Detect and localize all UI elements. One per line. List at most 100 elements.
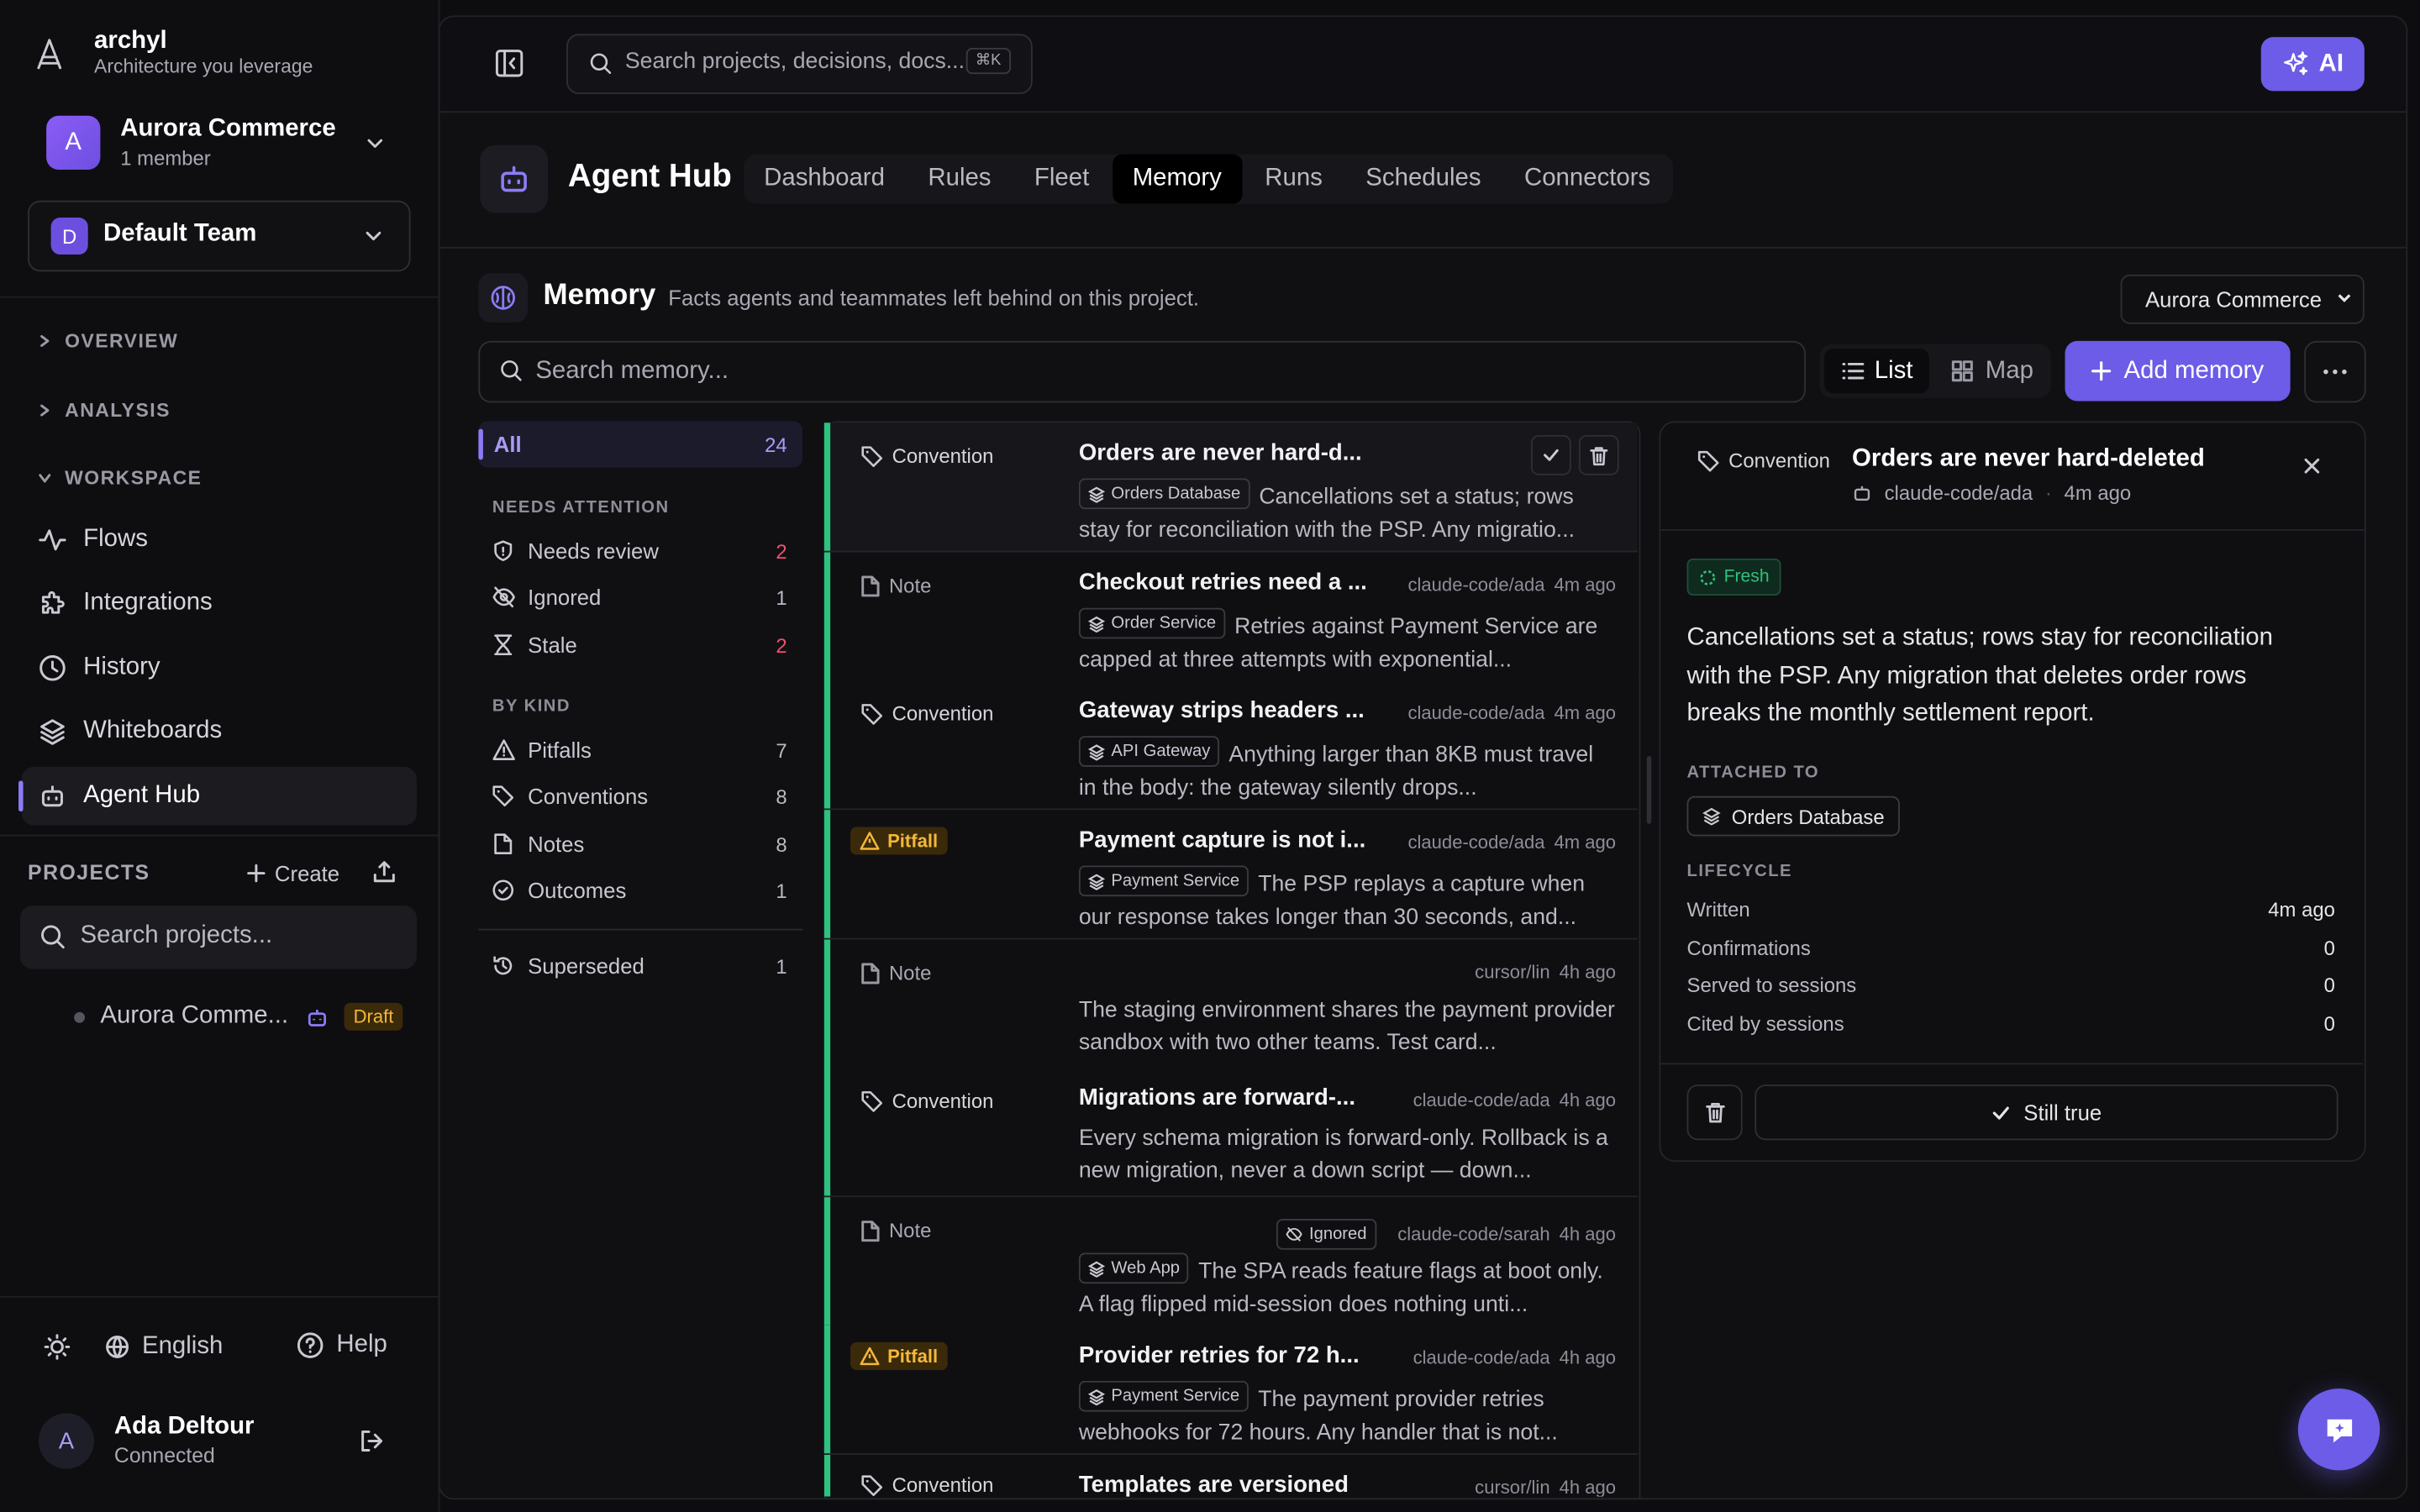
memory-card[interactable]: Convention Orders are never hard-d... Or… xyxy=(823,423,1638,553)
shortcut-badge: ⌘K xyxy=(965,47,1011,75)
create-project-button[interactable]: Create xyxy=(247,861,339,885)
org-switcher[interactable]: A Aurora Commerce 1 member xyxy=(28,108,411,179)
ai-button[interactable]: AI xyxy=(2260,37,2365,92)
card-body: Every schema migration is forward-only. … xyxy=(1078,1126,1608,1184)
delete-card-button[interactable] xyxy=(1578,434,1619,475)
filter-notes[interactable]: Notes 8 xyxy=(478,821,802,867)
warning-icon xyxy=(860,832,880,850)
layers-icon xyxy=(37,716,68,747)
card-kind: Convention xyxy=(892,701,994,726)
tab-memory[interactable]: Memory xyxy=(1112,154,1242,204)
card-time: 4h ago xyxy=(1559,961,1617,983)
filter-label: Notes xyxy=(528,831,585,857)
tab-rules[interactable]: Rules xyxy=(908,155,1011,204)
memory-card[interactable]: Convention Gateway strips headers ... cl… xyxy=(823,680,1638,811)
language-selector[interactable]: English xyxy=(105,1333,223,1361)
filter-pitfalls[interactable]: Pitfalls 7 xyxy=(478,727,802,773)
projects-heading: PROJECTS xyxy=(28,860,150,885)
section-overview[interactable]: OVERVIEW xyxy=(37,330,178,352)
filter-label: Conventions xyxy=(528,784,649,809)
still-true-button[interactable]: Still true xyxy=(1754,1084,2338,1141)
sidebar-item-whiteboards[interactable]: Whiteboards xyxy=(22,702,417,761)
memory-card[interactable]: Note Checkout retries need a ... claude-… xyxy=(823,552,1638,682)
global-search-input[interactable]: Search projects, decisions, docs... ⌘K xyxy=(566,34,1033,95)
filter-outcomes[interactable]: Outcomes 1 xyxy=(478,867,802,913)
lifecycle-served: Served to sessions 0 xyxy=(1687,974,2335,997)
add-memory-button[interactable]: Add memory xyxy=(2065,340,2291,402)
card-author: claude-code/sarah xyxy=(1397,1223,1550,1246)
tab-dashboard[interactable]: Dashboard xyxy=(744,155,905,204)
layers-icon xyxy=(1087,873,1106,890)
list-icon xyxy=(1841,362,1864,380)
delete-memory-button[interactable] xyxy=(1686,1084,1743,1141)
memory-card[interactable]: Pitfall Provider retries for 72 h... cla… xyxy=(823,1325,1638,1456)
sidebar-item-agent-hub[interactable]: Agent Hub xyxy=(18,766,417,826)
chat-fab-button[interactable] xyxy=(2297,1389,2381,1471)
divider xyxy=(1660,528,2365,531)
sidebar: archyl Architecture you leverage A Auror… xyxy=(0,0,440,1512)
memory-card[interactable]: Pitfall Payment capture is not i... clau… xyxy=(823,810,1638,940)
team-select[interactable]: D Default Team xyxy=(28,200,411,272)
card-meta: Ignored claude-code/sarah 4h ago xyxy=(1276,1218,1616,1250)
tab-runs[interactable]: Runs xyxy=(1244,155,1342,204)
attached-component-pill[interactable]: Orders Database xyxy=(1686,795,1900,837)
sidebar-item-history[interactable]: History xyxy=(22,638,417,697)
memory-card[interactable]: Convention Migrations are forward-... cl… xyxy=(823,1067,1638,1198)
project-select[interactable]: Aurora Commerce xyxy=(2120,274,2365,324)
sidebar-item-integrations[interactable]: Integrations xyxy=(22,574,417,633)
memory-search-input[interactable]: Search memory... xyxy=(478,340,1806,403)
section-analysis[interactable]: ANALYSIS xyxy=(37,400,171,421)
confirm-card-button[interactable] xyxy=(1531,434,1571,475)
sidebar-toggle-icon[interactable] xyxy=(494,48,525,79)
resize-handle[interactable] xyxy=(1646,755,1652,824)
layers-icon xyxy=(1087,1389,1106,1405)
tab-schedules[interactable]: Schedules xyxy=(1345,155,1501,204)
project-search-input[interactable]: Search projects... xyxy=(19,906,417,969)
kind-note: Note xyxy=(861,961,931,984)
view-map-button[interactable]: Map xyxy=(1940,349,2045,393)
card-author: claude-code/ada xyxy=(1413,1089,1550,1111)
filter-stale[interactable]: Stale 2 xyxy=(478,622,802,668)
theme-toggle-sun-icon[interactable] xyxy=(43,1333,71,1361)
memory-card[interactable]: Note cursor/lin 4h ago The staging enviro… xyxy=(823,939,1638,1069)
view-list-button[interactable]: List xyxy=(1823,349,1929,394)
layers-icon xyxy=(1087,743,1106,760)
hourglass-icon xyxy=(491,633,515,657)
user-avatar: A xyxy=(38,1413,95,1469)
logout-icon[interactable] xyxy=(358,1427,386,1455)
trash-icon xyxy=(1705,1102,1724,1123)
filter-conventions[interactable]: Conventions 8 xyxy=(478,773,802,819)
close-icon[interactable] xyxy=(2302,457,2321,475)
pill-label: Payment Service xyxy=(1111,870,1240,890)
more-options-button[interactable] xyxy=(2304,340,2366,403)
chevron-down-icon xyxy=(363,225,385,247)
filter-count: 1 xyxy=(776,879,787,902)
pill-label: Orders Database xyxy=(1111,483,1241,502)
create-project-label: Create xyxy=(274,860,340,886)
memory-card[interactable]: Note Ignored claude-code/sarah 4h ago Web… xyxy=(823,1197,1638,1327)
project-item-aurora[interactable]: Aurora Comme... xyxy=(100,1003,288,1031)
divider xyxy=(0,834,439,837)
tag-icon xyxy=(861,445,883,467)
help-button[interactable]: Help xyxy=(297,1331,387,1359)
upload-icon[interactable] xyxy=(372,859,397,884)
filter-all[interactable]: All 24 xyxy=(478,421,803,468)
lifecycle-value: 4m ago xyxy=(2268,897,2335,921)
tab-connectors[interactable]: Connectors xyxy=(1504,155,1670,204)
memory-card[interactable]: Convention Templates are versioned curso… xyxy=(823,1455,1638,1497)
card-kind: Pitfall xyxy=(887,830,939,852)
section-workspace[interactable]: WORKSPACE xyxy=(37,468,202,489)
bot-icon xyxy=(306,1006,329,1030)
filter-label: Needs review xyxy=(528,538,659,564)
filter-needs-review[interactable]: Needs review 2 xyxy=(478,528,802,574)
filter-superseded[interactable]: Superseded 1 xyxy=(478,942,802,989)
card-title: Gateway strips headers ... xyxy=(1078,697,1365,724)
filter-ignored[interactable]: Ignored 1 xyxy=(478,574,802,620)
still-true-label: Still true xyxy=(2023,1100,2102,1125)
trash-icon xyxy=(1590,446,1608,465)
sidebar-item-flows[interactable]: Flows xyxy=(22,511,417,570)
file-icon xyxy=(861,575,880,596)
fresh-indicator xyxy=(823,1067,831,1196)
pill-label: Payment Service xyxy=(1111,1386,1240,1405)
tab-fleet[interactable]: Fleet xyxy=(1014,155,1109,204)
